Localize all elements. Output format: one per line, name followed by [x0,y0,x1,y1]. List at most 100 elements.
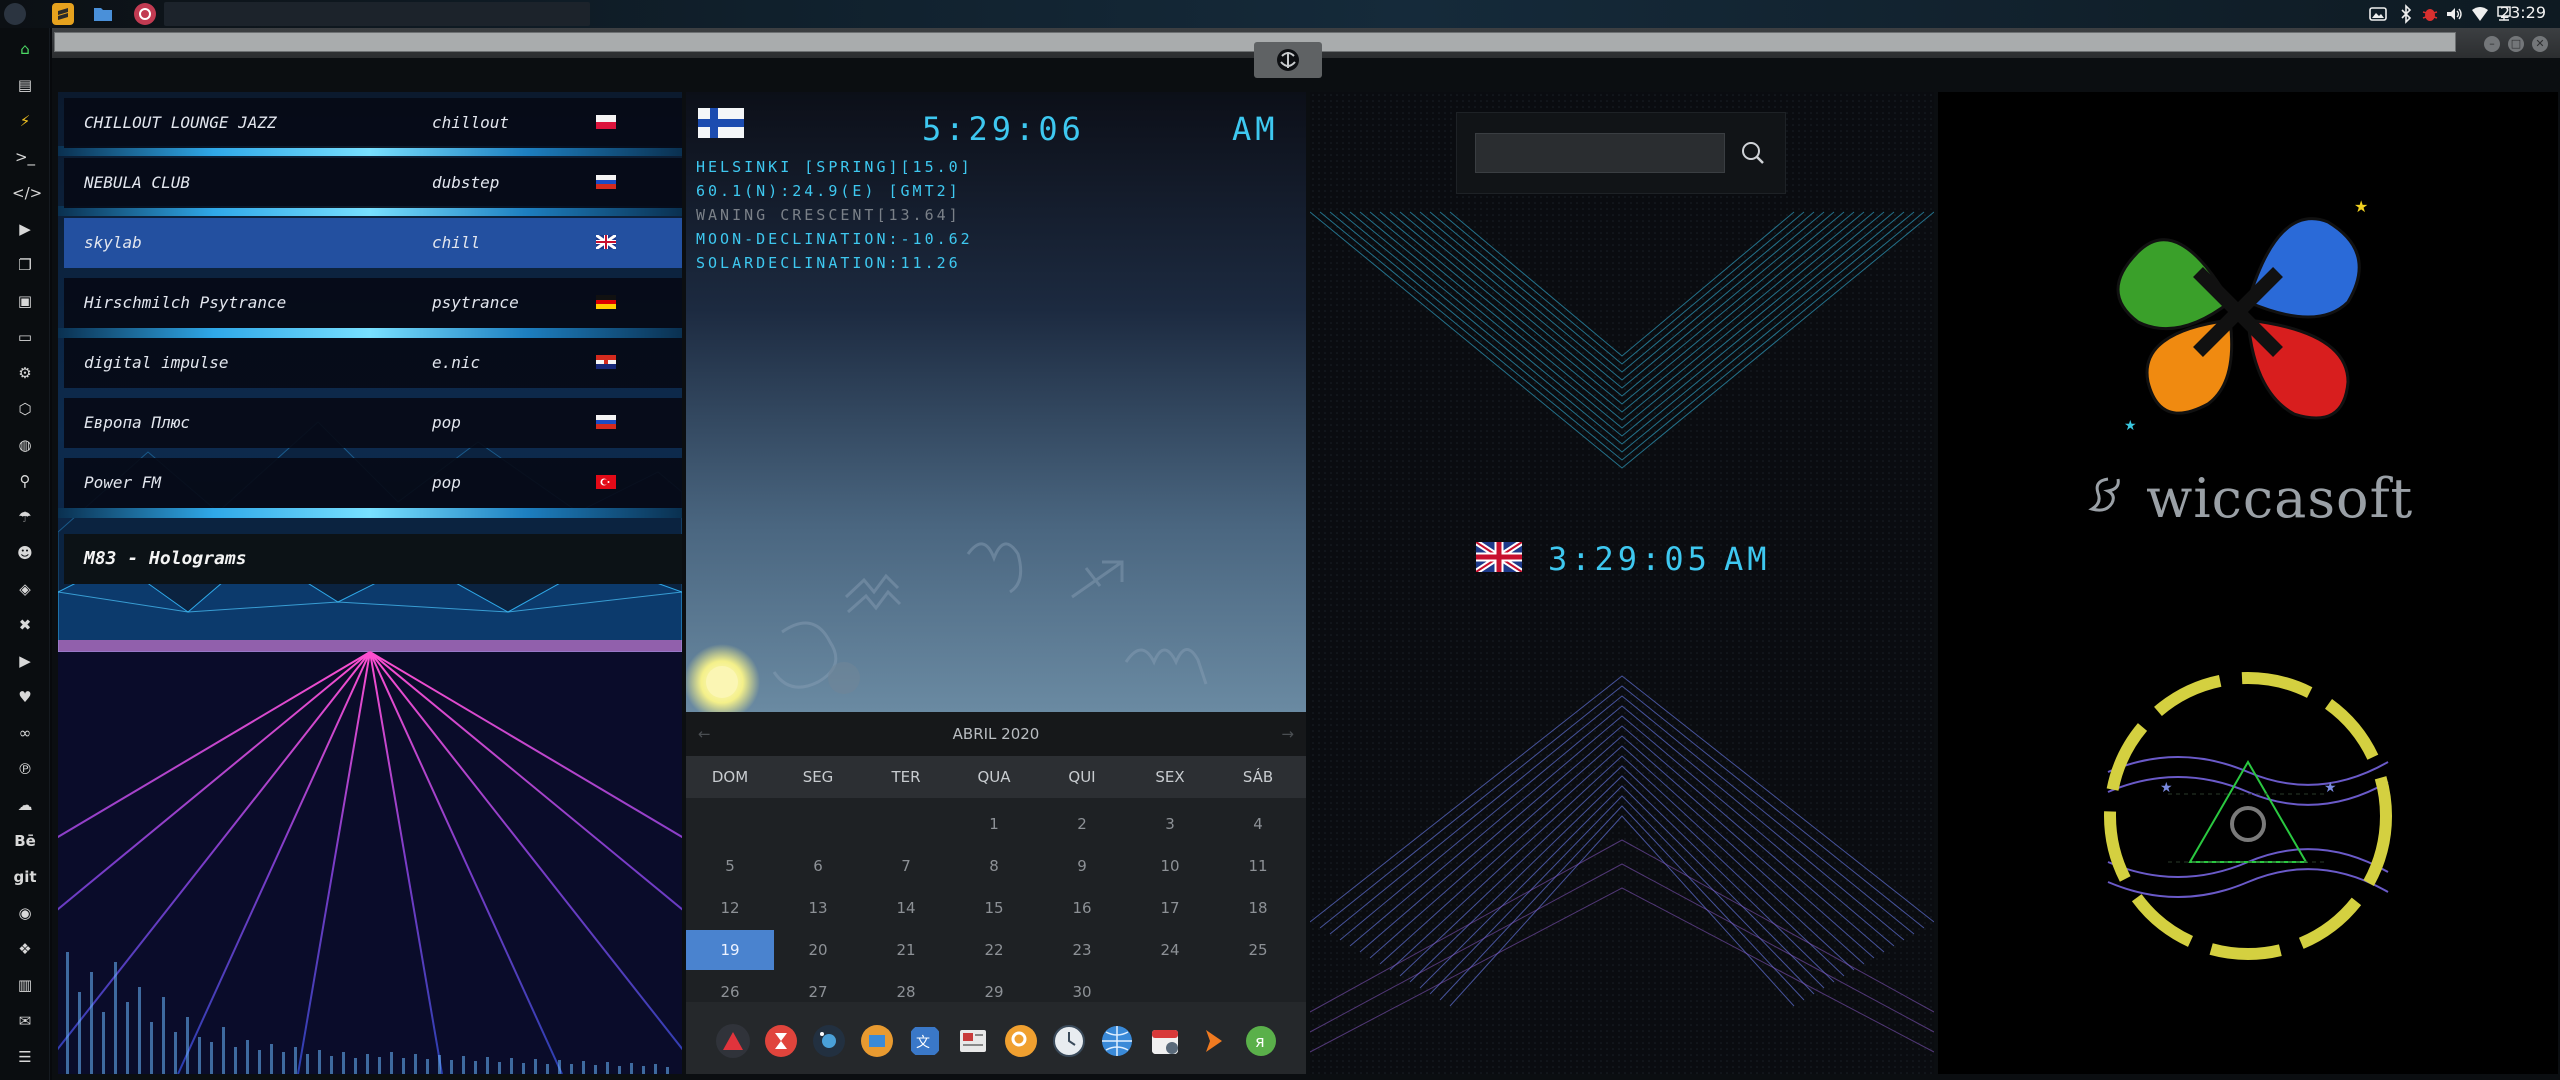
calendar-day[interactable]: 23 [1038,930,1126,970]
heart-icon[interactable]: ♥ [12,684,38,710]
weekday-label: QUA [977,768,1011,786]
home-icon[interactable]: ⌂ [12,36,38,62]
alarm-app-icon[interactable] [716,1024,750,1058]
station-row[interactable]: Hirschmilch Psytrance psytrance [64,278,682,328]
calendar-day[interactable]: 3 [1126,804,1214,844]
picture-icon[interactable]: ▣ [12,288,38,314]
galaxy-app-icon[interactable] [812,1024,846,1058]
prev-month-button[interactable]: ← [698,712,711,756]
calendar-day[interactable]: 6 [774,846,862,886]
translator-app-icon[interactable]: 文 [908,1024,942,1058]
browser-app-icon[interactable] [1100,1024,1134,1058]
pinterest-icon[interactable]: ℗ [12,756,38,782]
globe-icon[interactable]: ◍ [12,432,38,458]
calendar-day[interactable]: 16 [1038,888,1126,928]
git-icon[interactable]: git [12,864,38,890]
cloud-icon[interactable]: ☁ [12,792,38,818]
image-icon[interactable] [2368,4,2388,24]
calendar-day[interactable]: 17 [1126,888,1214,928]
calendar-day[interactable]: 9 [1038,846,1126,886]
station-row[interactable]: Европа Плюс pop [64,398,682,448]
calendar-day[interactable]: 24 [1126,930,1214,970]
code-icon[interactable]: </> [12,180,42,206]
now-playing[interactable]: M83 - Holograms [64,534,682,584]
calendar-header: ← ABRIL 2020 → [686,712,1306,756]
id-card-icon[interactable]: ▭ [12,324,38,350]
russia-flag-icon [596,415,616,429]
calendar-day[interactable]: 2 [1038,804,1126,844]
mail-icon[interactable]: ✉ [12,1008,38,1034]
calendar-day[interactable]: 18 [1214,888,1302,928]
hexagon-icon[interactable]: ⬡ [12,396,38,422]
calendar-day-today[interactable]: 19 [686,930,774,970]
close-button[interactable]: ✕ [2532,36,2548,52]
files-icon[interactable] [92,3,114,25]
chain-icon[interactable]: ∞ [12,720,38,746]
local-ampm: AM [1232,110,1279,148]
calendar-day[interactable]: 4 [1214,804,1302,844]
rebel-icon[interactable] [134,3,156,25]
contact-icon[interactable]: ☻ [12,540,38,566]
next-month-button[interactable]: → [1281,712,1294,756]
now-playing-title: M83 - Holograms [84,548,247,569]
menu-icon[interactable]: ☰ [12,1044,38,1070]
calendar-app-icon[interactable] [1148,1024,1182,1058]
calendar-day[interactable]: 11 [1214,846,1302,886]
station-row[interactable]: CHILLOUT LOUNGE JAZZ chillout [64,98,682,148]
tag-icon[interactable]: ◈ [12,576,38,602]
search-button[interactable] [1731,133,1775,173]
station-row[interactable]: Power FM pop [64,458,682,508]
terminal-icon[interactable]: >_ [12,144,38,170]
map-icon[interactable]: ▥ [12,972,38,998]
wifi-icon[interactable] [2470,4,2490,24]
left-dock: ⌂ ▤ ⚡ >_ </> ▶ ❐ ▣ ▭ ⚙ ⬡ ◍ ⚲ ☂ ☻ ◈ ✖ ▶ ♥… [0,28,50,1080]
station-row[interactable]: NEBULA CLUB dubstep [64,158,682,208]
calendar-day[interactable]: 8 [950,846,1038,886]
bluetooth-icon[interactable] [2396,4,2416,24]
calendar-day[interactable]: 14 [862,888,950,928]
tools-icon[interactable]: ✖ [12,612,38,638]
cubes-icon[interactable]: ❖ [12,936,38,962]
timer-app-icon[interactable] [764,1024,798,1058]
calendar-day[interactable]: 20 [774,930,862,970]
document-icon[interactable]: ▤ [12,72,38,98]
arrow-app-icon[interactable] [1196,1024,1230,1058]
taskbar-area[interactable] [164,2,590,26]
sublime-text-icon[interactable] [52,3,74,25]
station-row[interactable]: digital impulse e.nic [64,338,682,388]
news-app-icon[interactable] [956,1024,990,1058]
bug-icon[interactable] [2420,4,2440,24]
lightning-icon[interactable]: ⚡ [12,108,38,134]
calendar-day[interactable]: 7 [862,846,950,886]
copy-icon[interactable]: ❐ [12,252,38,278]
clock-app-icon[interactable] [1052,1024,1086,1058]
calendar-day[interactable]: 21 [862,930,950,970]
calendar-day[interactable]: 12 [686,888,774,928]
calendar-day[interactable]: 22 [950,930,1038,970]
behance-icon[interactable]: Bē [12,828,38,854]
station-row[interactable]: skylab chill [64,218,682,268]
calendar-day[interactable]: 25 [1214,930,1302,970]
calendar-day[interactable]: 1 [950,804,1038,844]
youtube-icon[interactable]: ▶ [12,648,38,674]
play-icon[interactable]: ▶ [12,216,38,242]
umbrella-icon[interactable]: ☂ [12,504,38,530]
search-app-icon[interactable] [1004,1024,1038,1058]
calendar-day[interactable]: 5 [686,846,774,886]
github-icon[interactable]: ◉ [12,900,38,926]
settings-icon[interactable]: ⚙ [12,360,38,386]
volume-icon[interactable] [2444,4,2464,24]
rebel-logo-tab[interactable] [1254,42,1322,78]
image-viewer-app-icon[interactable] [860,1024,894,1058]
search-input[interactable] [1475,133,1725,173]
calendar-day[interactable]: 10 [1126,846,1214,886]
app-menu-icon[interactable] [4,3,26,25]
minimize-button[interactable]: – [2484,36,2500,52]
calendar-day[interactable]: 13 [774,888,862,928]
search-icon[interactable]: ⚲ [12,468,38,494]
yandex-app-icon[interactable]: я [1244,1024,1278,1058]
calendar-day[interactable]: 15 [950,888,1038,928]
maximize-button[interactable]: □ [2508,36,2524,52]
coordinates-line: 60.1(N):24.9(E) [GMT2] [696,182,961,200]
system-clock[interactable]: 23:29 [2500,3,2546,22]
